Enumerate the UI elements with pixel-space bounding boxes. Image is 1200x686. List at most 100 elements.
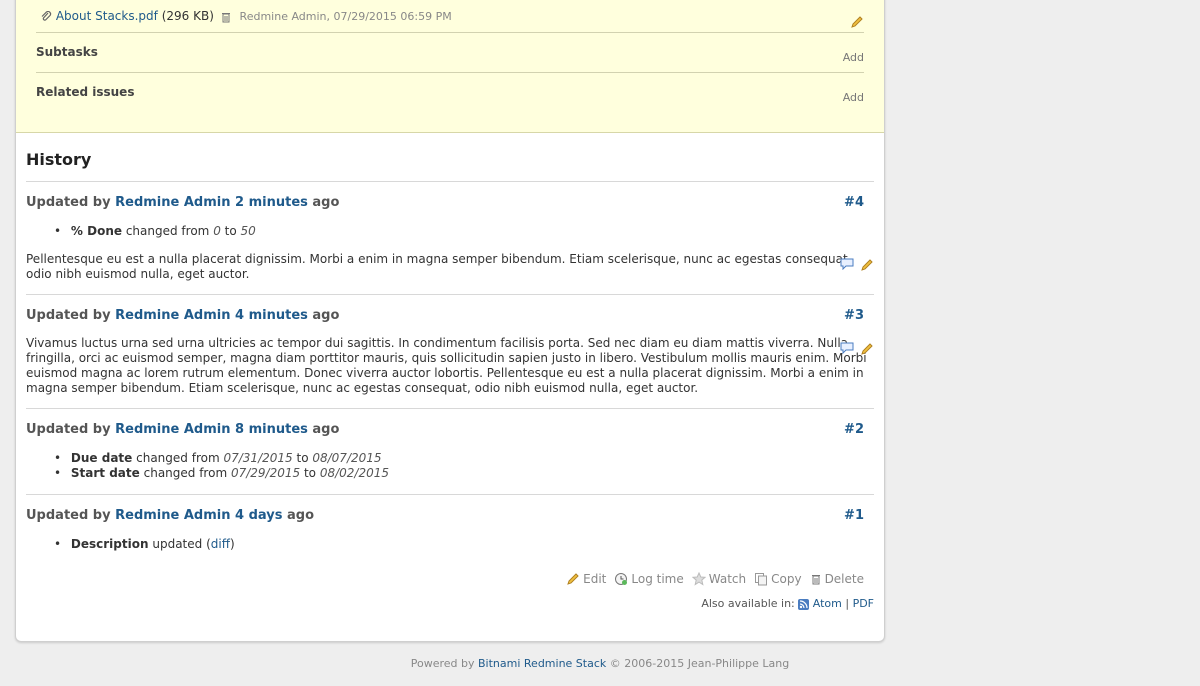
journal-time-link[interactable]: 8 minutes [235,422,308,437]
also-label: Also available in: [701,597,795,610]
journal-number-link[interactable]: #2 [844,422,864,437]
attachment-link[interactable]: About Stacks.pdf [56,9,158,23]
add-subtask-link[interactable]: Add [843,51,864,64]
detail-updated-text: updated [152,537,203,551]
detail-new-value: 50 [240,224,256,238]
detail-field: % Done [70,224,122,238]
detail-field: Description [70,537,149,551]
journal-number-link[interactable]: #1 [844,508,864,523]
journal-user-link[interactable]: Redmine Admin [115,308,230,323]
detail-old-value: 0 [213,224,221,238]
journal-suffix: ago [287,508,315,523]
quote-icon[interactable] [840,258,854,272]
history-title: History [26,150,92,169]
journal-header: Updated by Redmine Admin 4 minutes ago [26,308,339,323]
detail-changed-text: changed from [143,466,228,480]
pdf-link[interactable]: PDF [853,597,874,610]
detail-to-text: to [296,451,309,465]
pencil-icon[interactable] [860,258,874,272]
issue-actions: Edit Log time Watch Copy Delete [566,572,864,586]
journal-suffix: ago [312,422,340,437]
copy-icon [754,572,768,586]
atom-link[interactable]: Atom [813,597,842,610]
divider [36,32,864,33]
journal-time-link[interactable]: 4 days [235,508,282,523]
journal-header: Updated by Redmine Admin 2 minutes ago [26,195,339,210]
journal-prefix: Updated by [26,308,111,323]
edit-label: Edit [583,572,607,586]
journal-detail-item: Start date changed from 07/29/2015 to 08… [54,466,389,481]
journal-user-link[interactable]: Redmine Admin [115,508,230,523]
star-icon [691,572,706,586]
divider [26,181,874,182]
detail-to-text: to [303,466,317,480]
detail-changed-text: changed from [136,451,220,465]
journal-detail-item: % Done changed from 0 to 50 [54,224,256,239]
edit-action[interactable]: Edit [566,572,606,586]
watch-action[interactable]: Watch [691,572,747,586]
divider [26,494,874,495]
copy-action[interactable]: Copy [754,572,802,586]
journal-header: Updated by Redmine Admin 4 days ago [26,508,314,523]
divider [26,408,874,409]
journal-user-link[interactable]: Redmine Admin [115,195,230,210]
detail-new-value: 08/07/2015 [312,451,382,465]
quote-icon[interactable] [840,342,854,356]
journal-header: Updated by Redmine Admin 8 minutes ago [26,422,339,437]
add-related-issue-link[interactable]: Add [843,91,864,104]
footer-product-link[interactable]: Bitnami Redmine Stack [478,657,606,670]
main-content: About Stacks.pdf (296 KB) Redmine Admin,… [15,0,885,642]
detail-field: Start date [70,466,140,480]
detail-changed-text: changed from [125,224,210,238]
journal-detail-item: Due date changed from 07/31/2015 to 08/0… [54,451,389,466]
divider [36,72,864,73]
detail-old-value: 07/29/2015 [230,466,301,480]
attachment-row: About Stacks.pdf (296 KB) Redmine Admin,… [40,9,452,23]
divider [26,294,874,295]
journal-note-actions [840,342,874,356]
attachment-meta: Redmine Admin, 07/29/2015 06:59 PM [239,10,452,23]
detail-to-text: to [224,224,237,238]
detail-field: Due date [70,451,133,465]
journal-time-link[interactable]: 4 minutes [235,308,308,323]
subtasks-title: Subtasks [36,45,98,59]
separator: | [845,597,850,610]
pencil-icon[interactable] [860,342,874,356]
footer-copyright: © 2006-2015 Jean-Philippe Lang [609,657,790,670]
log-time-action[interactable]: Log time [614,572,684,586]
attachment-size: (296 KB) [161,9,214,23]
journal-suffix: ago [312,308,340,323]
journal-time-link[interactable]: 2 minutes [235,195,308,210]
journal-details: % Done changed from 0 to 50 [54,224,256,239]
copy-label: Copy [771,572,802,586]
footer-powered-text: Powered by [410,657,475,670]
detail-new-value: 08/02/2015 [319,466,390,480]
trash-icon[interactable] [220,11,232,23]
journal-prefix: Updated by [26,508,111,523]
detail-old-value: 07/31/2015 [223,451,293,465]
journal-number-link[interactable]: #3 [844,308,864,323]
pencil-icon [566,572,580,586]
journal-note: Pellentesque eu est a nulla placerat dig… [26,252,852,281]
trash-icon [810,573,822,585]
journal-number-link[interactable]: #4 [844,195,864,210]
pencil-icon[interactable] [850,15,864,29]
journal-prefix: Updated by [26,422,111,437]
journal-prefix: Updated by [26,195,111,210]
issue-details-box: About Stacks.pdf (296 KB) Redmine Admin,… [16,0,884,133]
journal-user-link[interactable]: Redmine Admin [115,422,230,437]
journal-suffix: ago [312,195,340,210]
rss-feed-icon [798,598,810,610]
journal-details: Due date changed from 07/31/2015 to 08/0… [54,451,389,481]
related-issues-title: Related issues [36,85,135,99]
clock-icon [614,572,628,586]
watch-label: Watch [708,572,747,586]
also-available-in: Also available in: Atom | PDF [701,597,874,610]
diff-link[interactable]: diff [211,537,230,551]
delete-action[interactable]: Delete [810,572,864,586]
footer: Powered by Bitnami Redmine Stack © 2006-… [0,657,1200,670]
journal-details: Description updated (diff) [54,537,235,552]
journal-note-actions [840,258,874,272]
paperclip-icon [40,10,52,23]
journal-note: Vivamus luctus urna sed urna ultricies a… [26,336,867,395]
